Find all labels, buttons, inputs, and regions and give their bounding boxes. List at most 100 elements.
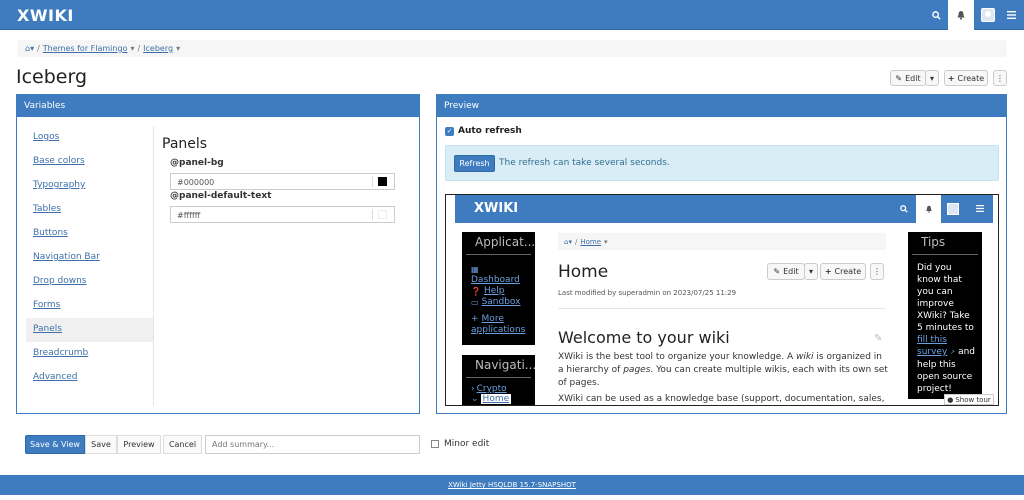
- chevron-down-icon: ⌄: [471, 394, 479, 404]
- variables-item-base-colors[interactable]: Base colors: [26, 150, 154, 174]
- auto-refresh-row: ✓ Auto refresh: [445, 126, 522, 136]
- footer[interactable]: XWiki Jetty HSQLDB 15.7-SNAPSHOT: [0, 475, 1024, 495]
- breadcrumb: ⌂▾ / Themes for Flamingo ▾ / Iceberg ▾: [17, 40, 1007, 57]
- edit-dropdown-button[interactable]: ▾: [925, 70, 939, 86]
- preview-panel: Preview ✓ Auto refresh Refresh The refre…: [436, 94, 1007, 414]
- refresh-info-box: Refresh The refresh can take several sec…: [445, 145, 999, 181]
- preview-edit-dropdown: ▾: [804, 263, 818, 280]
- preview-page-title: Home: [558, 262, 609, 282]
- sandbox-link: Sandbox: [481, 297, 521, 307]
- bell-icon: [925, 205, 932, 213]
- preview-frame: XWIKI Applicat... ▦ Dashboard ❓ Help ▭ San…: [445, 194, 999, 406]
- nav-item-crypto: Crypto: [476, 384, 507, 394]
- welcome-paragraph-2: XWiki can be used as a knowledge base (s…: [558, 394, 885, 404]
- variables-item-drop-downs[interactable]: Drop downs: [26, 270, 154, 294]
- save-and-view-button[interactable]: Save & View: [25, 435, 85, 454]
- pencil-icon: ✎: [895, 73, 903, 83]
- welcome-heading: Welcome to your wiki: [558, 328, 730, 347]
- create-button[interactable]: + Create: [944, 70, 988, 86]
- bell-icon: [957, 11, 965, 20]
- preview-navbar: XWIKI: [455, 195, 993, 223]
- breadcrumb-item: Home: [580, 237, 601, 246]
- save-button[interactable]: Save: [85, 435, 117, 454]
- pencil-icon: ✎: [874, 333, 883, 344]
- minor-edit-label: Minor edit: [444, 439, 490, 449]
- variables-item-panels[interactable]: Panels: [26, 318, 154, 342]
- xwiki-logo[interactable]: XWIKI: [17, 6, 74, 25]
- applications-panel: Applicat... ▦ Dashboard ❓ Help ▭ Sandbox +…: [462, 232, 535, 345]
- top-navbar: XWIKI: [0, 0, 1024, 30]
- preview-breadcrumb: ⌂▾ / Home ▾: [558, 233, 886, 250]
- preview-panel-header: Preview: [437, 95, 1006, 117]
- minor-edit-checkbox[interactable]: [431, 440, 439, 448]
- pencil-icon: ✎: [773, 267, 781, 276]
- chevron-right-icon: ›: [471, 384, 475, 394]
- variables-item-logos[interactable]: Logos: [26, 126, 154, 150]
- home-icon: ⌂▾: [564, 237, 572, 246]
- caret-down-icon: ▾: [808, 267, 813, 276]
- home-icon[interactable]: ⌂▾: [25, 44, 34, 53]
- breadcrumb-item[interactable]: Iceberg: [143, 44, 173, 53]
- sandbox-icon: ▭: [471, 297, 479, 307]
- applications-panel-title: Applicat...: [466, 232, 535, 255]
- preview-create-button: + Create: [820, 263, 866, 280]
- field-label-panel-default-text: @panel-default-text: [170, 191, 272, 201]
- minor-edit-row: Minor edit: [431, 439, 489, 449]
- field-label-panel-bg: @panel-bg: [170, 158, 224, 168]
- survey-link: fill this survey: [917, 335, 948, 357]
- variables-item-tables[interactable]: Tables: [26, 198, 154, 222]
- last-modified: Last modified by superadmin on 2023/07/2…: [558, 289, 737, 297]
- more-actions-button[interactable]: ⋮: [993, 70, 1007, 86]
- hamburger-icon: [1006, 11, 1016, 19]
- auto-refresh-checkbox[interactable]: ✓: [445, 126, 454, 136]
- variables-item-breadcrumb[interactable]: Breadcrumb: [26, 342, 154, 366]
- more-applications-link: More: [481, 314, 504, 324]
- caret-down-icon: ▾: [929, 73, 934, 83]
- search-button[interactable]: [923, 0, 949, 30]
- preview-logo: XWIKI: [474, 201, 519, 216]
- refresh-button[interactable]: Refresh: [454, 155, 495, 172]
- variables-item-forms[interactable]: Forms: [26, 294, 154, 318]
- notifications-button[interactable]: [948, 0, 974, 30]
- variables-item-buttons[interactable]: Buttons: [26, 222, 154, 246]
- search-icon: [931, 10, 941, 20]
- plus-icon: +: [824, 267, 832, 276]
- divider: [558, 308, 885, 309]
- navigation-panel-title: Navigati...: [466, 355, 536, 378]
- hamburger-icon: [976, 205, 984, 212]
- color-swatch[interactable]: [372, 209, 392, 220]
- avatar: [947, 203, 959, 215]
- tips-panel: Tips Did you know that you can improve X…: [908, 232, 982, 399]
- cancel-button[interactable]: Cancel: [163, 435, 202, 454]
- edit-button[interactable]: ✎ Edit: [890, 70, 926, 86]
- panel-bg-input[interactable]: #000000: [170, 173, 395, 190]
- refresh-note: The refresh can take several seconds.: [499, 158, 670, 168]
- variables-item-navigation-bar[interactable]: Navigation Bar: [26, 246, 154, 270]
- variables-panel-header: Variables: [17, 95, 419, 117]
- variables-item-advanced[interactable]: Advanced: [26, 366, 154, 390]
- search-icon: [900, 205, 908, 213]
- section-title: Panels: [162, 136, 208, 152]
- summary-input[interactable]: [205, 435, 420, 454]
- drawer-menu-button[interactable]: [998, 0, 1024, 30]
- more-applications-link-2: applications: [471, 325, 526, 335]
- more-vertical-icon: ⋮: [873, 267, 881, 276]
- more-vertical-icon: ⋮: [996, 73, 1004, 83]
- tips-text: Did you know that you can improve XWiki?…: [917, 263, 976, 394]
- plus-icon: +: [947, 73, 955, 83]
- divider: [153, 126, 154, 406]
- panel-default-text-input[interactable]: #ffffff: [170, 206, 395, 223]
- grid-icon: ▦: [471, 265, 479, 274]
- dashboard-link: Dashboard: [471, 275, 520, 285]
- preview-notifications: [916, 195, 941, 223]
- nav-item-home: Home: [480, 394, 512, 404]
- preview-button[interactable]: Preview: [117, 435, 161, 454]
- preview-edit-button: ✎ Edit: [767, 263, 805, 280]
- breadcrumb-item[interactable]: Themes for Flamingo: [43, 44, 128, 53]
- color-swatch[interactable]: [372, 176, 392, 187]
- help-icon: ❓: [471, 286, 481, 296]
- welcome-paragraph: XWiki is the best tool to organize your …: [558, 352, 888, 388]
- page-title: Iceberg: [16, 66, 88, 88]
- variables-item-typography[interactable]: Typography: [26, 174, 154, 198]
- avatar: [981, 8, 995, 22]
